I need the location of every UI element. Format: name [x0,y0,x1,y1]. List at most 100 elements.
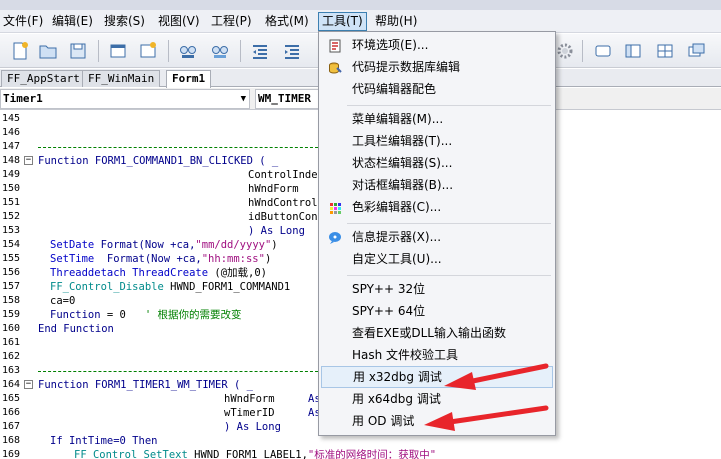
cascade-windows-icon[interactable] [686,41,706,61]
code-hint-database-icon [328,60,342,74]
open-folder-icon[interactable] [38,41,58,61]
code-token: HWND_FORM1_LABEL1, [187,449,308,459]
code-line: ) As Long [224,421,281,433]
function-separator-line [38,147,318,148]
code-line: Function FORM1_COMMAND1_BN_CLICKED ( _ [38,155,279,167]
code-line: Function = 0 ' 根据你的需要改变 [50,308,242,322]
code-token: ) [264,253,272,265]
line-number: 150 [2,183,21,194]
menu-item-spy-64[interactable]: SPY++ 64位 [321,300,553,322]
line-number: 151 [2,197,21,208]
object-selector[interactable]: Timer1 ▼ [0,89,250,109]
annotation-arrow-x32dbg [444,363,549,390]
line-number: 147 [2,141,21,152]
code-line: SetDate Format(Now +ca,"mm/dd/yyyy") [50,238,278,252]
menu-item-label: 工具栏编辑器(T)... [352,134,453,148]
line-number: 163 [2,365,21,376]
code-line: hWndForm [248,183,299,195]
fold-toggle-icon[interactable]: − [24,156,33,165]
menu-item-environment-options[interactable]: 环境选项(E)... [321,34,553,56]
find-icon[interactable] [178,41,198,61]
menu-item-info-tooltip[interactable]: 信息提示器(X)... [321,226,553,248]
menu-file[interactable]: 文件(F) [0,12,46,31]
object-selector-value: Timer1 [3,92,43,105]
line-number: 146 [2,127,21,138]
menu-item-spy-32[interactable]: SPY++ 32位 [321,278,553,300]
code-comment: ' 根据你的需要改变 [144,309,242,321]
code-token: Function [50,309,101,321]
new-file-icon[interactable] [10,41,30,61]
menu-format[interactable]: 格式(M) [262,12,312,31]
menu-item-label: 环境选项(E)... [352,38,429,52]
code-token: "hh:mm:ss" [201,253,265,265]
replace-icon[interactable] [210,41,230,61]
menu-item-custom-tools[interactable]: 自定义工具(U)... [321,248,553,270]
menu-item-label: 自定义工具(U)... [352,252,442,266]
line-number: 165 [2,393,21,404]
menu-item-label: 代码编辑器配色 [352,82,437,96]
line-number: 167 [2,421,21,432]
new-module-icon[interactable] [138,41,158,61]
window-icon[interactable] [593,41,613,61]
annotation-arrow-od [424,405,549,431]
menu-item-label: SPY++ 32位 [352,282,426,296]
info-bubble-icon [328,230,342,244]
code-line: wTimerID [224,407,275,419]
line-number-gutter: 145 146 147 148 − 149 150 151 152 153 15… [0,110,36,459]
tab-ff-winmain[interactable]: FF_WinMain [82,70,161,87]
menu-item-view-exe-dll-functions[interactable]: 查看EXE或DLL输入输出函数 [321,322,553,344]
menu-item-menu-editor[interactable]: 菜单编辑器(M)... [321,108,553,130]
menu-item-label: 菜单编辑器(M)... [352,112,444,126]
line-number: 169 [2,449,21,459]
menu-item-label: SPY++ 64位 [352,304,426,318]
menu-bar: 文件(F) 编辑(E) 搜索(S) 视图(V) 工程(P) 格式(M) 工具(T… [0,10,721,33]
line-number: 161 [2,337,21,348]
toolbar-separator [582,40,583,62]
menu-item-statusbar-editor[interactable]: 状态栏编辑器(S)... [321,152,553,174]
event-selector-value: WM_TIMER [258,92,311,105]
menu-separator [347,275,551,276]
tile-windows-icon[interactable] [655,41,675,61]
line-number: 166 [2,407,21,418]
line-number: 149 [2,169,21,180]
line-number: 145 [2,113,21,124]
menu-item-toolbar-editor[interactable]: 工具栏编辑器(T)... [321,130,553,152]
tab-form1[interactable]: Form1 [166,70,212,88]
code-token: FF_Control_Disable [50,281,164,293]
menu-item-code-hint-database[interactable]: 代码提示数据库编辑 [321,56,553,78]
menu-search[interactable]: 搜索(S) [101,12,148,31]
menu-edit[interactable]: 编辑(E) [49,12,96,31]
line-number: 157 [2,281,21,292]
menu-separator [347,105,551,106]
menu-item-label: 用 x32dbg 调试 [353,370,442,384]
fold-toggle-icon[interactable]: − [24,380,33,389]
code-token: ) [271,239,278,251]
toolbar-separator [168,40,169,62]
line-number: 160 [2,323,21,334]
code-token: (@加载,0) [208,267,267,279]
settings-gear-icon[interactable] [555,41,575,61]
menu-item-dialog-editor[interactable]: 对话框编辑器(B)... [321,174,553,196]
new-form-icon[interactable] [108,41,128,61]
menu-item-label: 状态栏编辑器(S)... [352,156,453,170]
line-number: 162 [2,351,21,362]
code-line: FF_Control_SetText HWND_FORM1_LABEL1,"标准… [74,448,436,459]
outdent-icon[interactable] [250,41,270,61]
code-line: FF_Control_Disable HWND_FORM1_COMMAND1 [50,280,290,294]
code-line: Threaddetach ThreadCreate (@加载,0) [50,266,267,280]
menu-project[interactable]: 工程(P) [208,12,255,31]
line-number: 153 [2,225,21,236]
menu-item-label: 色彩编辑器(C)... [352,200,442,214]
indent-icon[interactable] [282,41,302,61]
menu-help[interactable]: 帮助(H) [372,12,420,31]
menu-item-code-editor-colors[interactable]: 代码编辑器配色 [321,78,553,100]
menu-view[interactable]: 视图(V) [155,12,203,31]
menu-item-color-editor[interactable]: 色彩编辑器(C)... [321,196,553,218]
tab-ff-appstart[interactable]: FF_AppStart [1,70,86,87]
save-icon[interactable] [68,41,88,61]
menu-tools[interactable]: 工具(T) [318,12,367,31]
code-line: hWndControl [248,197,318,209]
window-layout-icon[interactable] [623,41,643,61]
event-selector[interactable]: WM_TIMER [255,89,325,109]
function-separator-line [38,371,318,372]
